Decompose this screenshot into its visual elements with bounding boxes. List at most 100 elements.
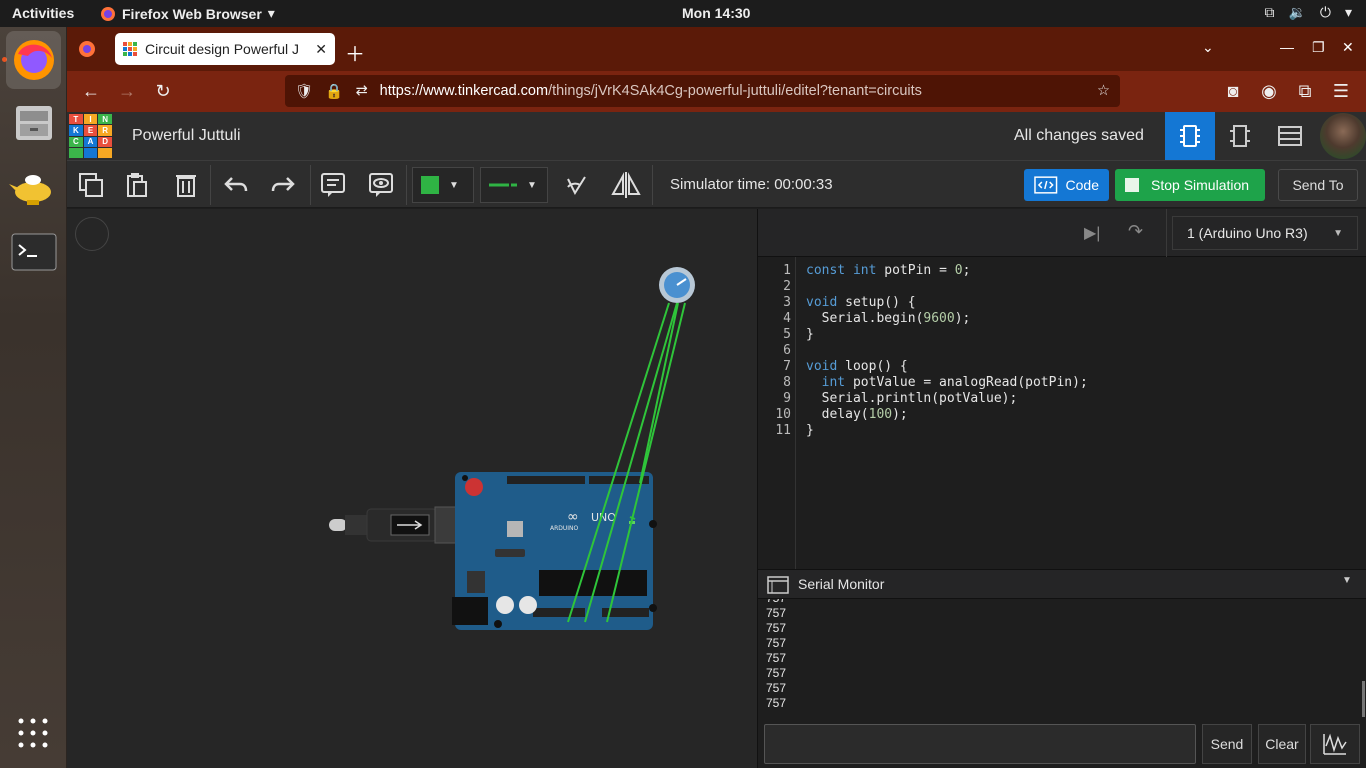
tab-title: Circuit design Powerful J [145, 41, 300, 57]
dock-files[interactable] [6, 93, 61, 151]
flip-button[interactable] [609, 168, 643, 202]
extensions-button[interactable]: ⧉ [1289, 75, 1321, 107]
chevron-down-icon[interactable]: ▼ [1342, 575, 1352, 586]
logo-letter: E [83, 125, 98, 136]
serial-monitor-header[interactable]: Serial Monitor ▼ [758, 569, 1366, 599]
stop-simulation-button[interactable]: Stop Simulation [1115, 169, 1265, 201]
redo-button[interactable] [266, 168, 300, 202]
bookmark-star-icon[interactable]: ☆ [1097, 83, 1110, 99]
board-select[interactable]: 1 (Arduino Uno R3) ▼ [1172, 216, 1358, 250]
save-status: All changes saved [1014, 127, 1144, 144]
private-mask-button[interactable]: ◉ [1253, 75, 1285, 107]
serial-line: 757 [766, 599, 1356, 606]
tinkercad-logo[interactable]: T I N K E R C A D [69, 114, 112, 158]
debug-button[interactable]: ↷ [1128, 221, 1143, 242]
chevron-down-icon: ▼ [449, 179, 459, 191]
hamburger-icon: ☰ [1332, 80, 1350, 101]
wire-style-icon [489, 183, 517, 187]
reload-button[interactable]: ↻ [147, 75, 179, 107]
code-line: delay(100); [806, 407, 908, 422]
logo-letter: N [98, 114, 112, 125]
line-number: 9 [783, 391, 791, 406]
minimize-icon[interactable]: — [1280, 39, 1294, 55]
serial-line: 757 [766, 621, 787, 635]
network-icon: ⧉ [1264, 4, 1275, 20]
code-panel-header: ▶︎| ↷ 1 (Arduino Uno R3) ▼ [758, 209, 1366, 257]
code-line: void loop() { [806, 359, 908, 374]
wire-type-dropdown[interactable]: ▼ [480, 167, 548, 203]
potentiometer[interactable] [659, 267, 695, 303]
serial-output: 757 757 757 757 757 757 757 757 [766, 599, 1356, 717]
dock-firefox[interactable] [6, 31, 61, 89]
app-menu[interactable]: Firefox Web Browser ▾ [100, 5, 275, 22]
stop-square-icon [1125, 178, 1139, 192]
close-window-icon[interactable]: ✕ [1342, 39, 1354, 56]
send-button[interactable]: Send [1202, 724, 1252, 764]
delete-button[interactable] [169, 168, 203, 202]
trash-icon [176, 175, 196, 197]
new-tab-button[interactable]: ＋ [345, 38, 365, 67]
schematic-view-button[interactable] [1215, 112, 1265, 160]
color-swatch [421, 176, 439, 194]
dock-genie-lamp[interactable] [6, 157, 61, 215]
clear-button[interactable]: Clear [1258, 724, 1306, 764]
dock-terminal[interactable] [6, 223, 61, 281]
url-bar[interactable]: 🛡 🔒 ⇄ https://www.tinkercad.com/things/j… [285, 75, 1120, 107]
forward-button[interactable]: → [111, 75, 143, 107]
logo-letter: D [98, 136, 112, 147]
tab-circuit-design[interactable]: Circuit design Powerful J ✕ [115, 33, 335, 65]
code-icon [1034, 176, 1058, 194]
line-number: 11 [775, 423, 791, 438]
close-tab-icon[interactable]: ✕ [315, 41, 327, 58]
menu-button[interactable]: ☰ [1325, 75, 1357, 107]
debug-icon: ↷ [1128, 221, 1144, 241]
copy-button[interactable] [74, 168, 108, 202]
project-name[interactable]: Powerful Juttuli [132, 127, 241, 145]
firefox-icon [79, 41, 95, 57]
system-tray[interactable]: ⧉ 🔉 ⏻ ▾ [1264, 4, 1352, 21]
restore-icon[interactable]: ❐ [1312, 39, 1325, 56]
arrow-left-icon: ← [82, 80, 100, 101]
caret-down-icon: ▾ [267, 5, 275, 21]
avatar[interactable] [1320, 113, 1366, 159]
redo-icon [271, 177, 295, 192]
code-button[interactable]: Code [1024, 169, 1109, 201]
rotate-button[interactable] [560, 168, 594, 202]
simulator-time: Simulator time: 00:00:33 [670, 176, 833, 193]
firefox-view-button[interactable] [77, 39, 97, 64]
note-icon [321, 173, 345, 197]
activities-button[interactable]: Activities [12, 5, 74, 21]
component-list-button[interactable] [1265, 112, 1315, 160]
paste-button[interactable] [120, 168, 154, 202]
play-step-icon: ▶︎| [1084, 225, 1101, 242]
scrollbar[interactable] [1362, 681, 1365, 717]
wire-color-dropdown[interactable]: ▼ [412, 167, 474, 203]
code-line: Serial.println(potValue); [806, 391, 1018, 406]
chevron-down-icon: ▼ [527, 179, 537, 191]
line-number: 3 [783, 295, 791, 310]
back-button[interactable]: ← [75, 75, 107, 107]
list-tabs-icon[interactable]: ⌄ [1202, 39, 1214, 56]
line-number: 6 [783, 343, 791, 358]
serial-input[interactable] [764, 724, 1196, 764]
notes-visibility-button[interactable] [364, 168, 398, 202]
circuit-view-button[interactable] [1165, 112, 1215, 160]
editor-toolbar: ▼ ▼ Simulator time: 00:00:33 Code Stop S… [67, 160, 1366, 208]
undo-button[interactable] [219, 168, 253, 202]
graph-icon [1323, 733, 1347, 755]
show-apps-button[interactable] [17, 717, 49, 749]
send-to-button[interactable]: Send To [1278, 169, 1358, 201]
serial-line: 757 [766, 666, 787, 680]
graph-button[interactable] [1310, 724, 1360, 764]
file-cabinet-icon [15, 106, 52, 140]
step-button[interactable]: ▶︎| [1084, 223, 1100, 243]
arduino-uno-board[interactable]: ∞ UNO ARDUINO [452, 472, 657, 630]
logo-letter: T [69, 114, 83, 125]
code-editor[interactable]: 1 2 3 4 5 6 7 8 9 10 11 const int potPin… [758, 257, 1366, 569]
app-grid-icon [18, 718, 48, 748]
notes-button[interactable] [316, 168, 350, 202]
clock[interactable]: Mon 14:30 [682, 5, 750, 21]
code-line: } [806, 327, 814, 342]
pocket-button[interactable]: ◙ [1217, 75, 1249, 107]
circuit-canvas[interactable]: ∞ UNO ARDUINO [67, 209, 757, 768]
